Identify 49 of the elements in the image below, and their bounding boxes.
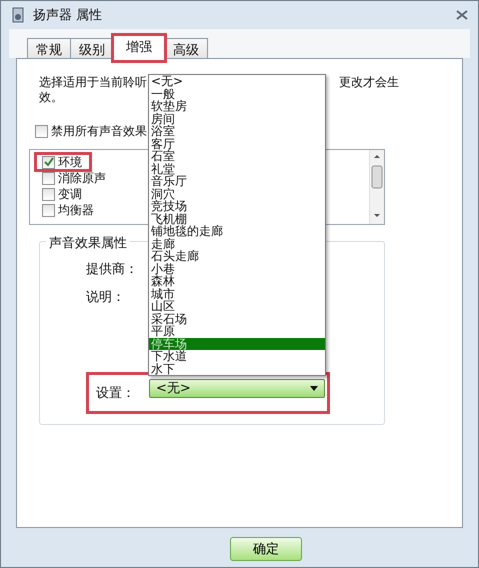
dropdown-option[interactable]: 石头走廊: [149, 250, 325, 262]
dropdown-option[interactable]: 铺地毯的走廊: [149, 225, 325, 238]
dropdown-option[interactable]: 礼堂: [149, 162, 325, 175]
checkbox-label: 均衡器: [58, 202, 94, 218]
dropdown-option[interactable]: 平原: [149, 325, 325, 338]
dropdown-option[interactable]: 停车场: [149, 338, 325, 350]
checkbox-label: 消除原声: [58, 170, 106, 186]
dropdown-option[interactable]: 森林: [149, 275, 325, 288]
speaker-icon: [11, 7, 25, 23]
dropdown-option[interactable]: 城市: [149, 288, 325, 300]
window-title: 扬声器 属性: [33, 7, 102, 24]
ok-button[interactable]: 确定: [230, 537, 302, 561]
checkbox[interactable]: [42, 172, 55, 184]
field-label: 设置：: [96, 385, 135, 402]
dropdown-option[interactable]: 石室: [149, 150, 325, 162]
close-icon[interactable]: [456, 10, 468, 20]
dropdown-option[interactable]: 浴室: [149, 125, 325, 138]
dropdown-option[interactable]: 客厅: [149, 138, 325, 150]
dropdown-option[interactable]: 软垫房: [149, 100, 325, 112]
checkbox[interactable]: [42, 204, 55, 216]
intro-text: 选择适用于当前聆听: [39, 75, 147, 90]
checkbox[interactable]: [35, 125, 48, 138]
intro-text: 效。: [39, 90, 63, 104]
dropdown-option[interactable]: 采石场: [149, 312, 325, 325]
dropdown-option[interactable]: 走廊: [149, 238, 325, 250]
intro-text: 更改才会生: [339, 75, 399, 90]
checkbox-label: 环境: [58, 154, 82, 170]
dropdown-option[interactable]: 水下: [149, 362, 325, 375]
checkbox-label: 变调: [58, 186, 82, 202]
checkbox[interactable]: [42, 188, 55, 200]
setting-dropdown[interactable]: <无>: [149, 378, 325, 398]
tab[interactable]: 增强: [113, 35, 165, 61]
dropdown-option[interactable]: <无>: [149, 75, 325, 88]
group-title: 声音效果属性: [46, 234, 130, 252]
checkbox-label: 禁用所有声音效果: [51, 123, 147, 140]
dropdown-option[interactable]: 小巷: [149, 262, 325, 275]
caret-icon: [310, 386, 318, 390]
dropdown-option[interactable]: 飞机棚: [149, 212, 325, 225]
field-label: 说明：: [86, 290, 125, 305]
scrollbar[interactable]: [369, 150, 384, 224]
dropdown-option[interactable]: 竞技场: [149, 200, 325, 212]
field-label: 提供商：: [86, 262, 138, 277]
dropdown-option[interactable]: 洞穴: [149, 188, 325, 200]
dropdown-option[interactable]: 山区: [149, 300, 325, 312]
dropdown-option[interactable]: 房间: [149, 112, 325, 125]
dropdown-option[interactable]: 下水道: [149, 350, 325, 362]
dropdown-option[interactable]: 音乐厅: [149, 175, 325, 188]
checkbox[interactable]: [42, 156, 55, 168]
dropdown-option[interactable]: 一般: [149, 88, 325, 100]
